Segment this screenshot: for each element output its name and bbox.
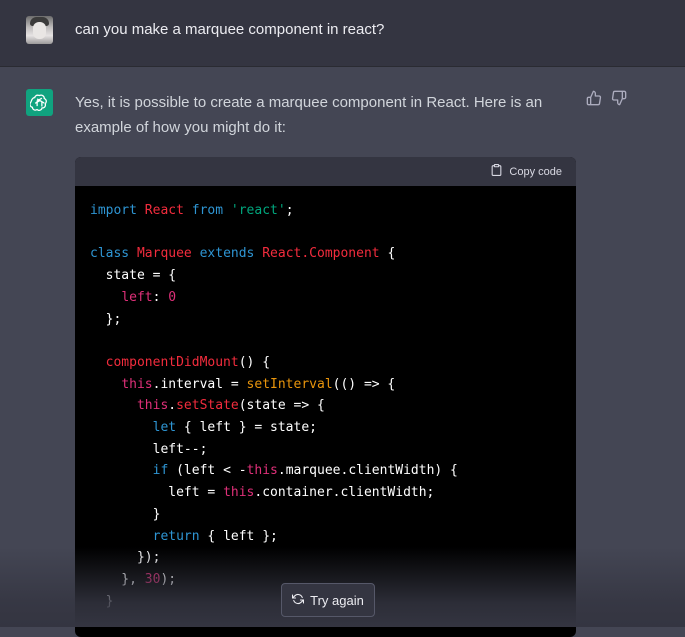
openai-logo-icon	[26, 89, 53, 116]
user-message-text: can you make a marquee component in reac…	[75, 21, 385, 38]
code-block: Copy code import React from 'react'; cla…	[75, 157, 576, 637]
code-block-header: Copy code	[75, 157, 576, 186]
user-avatar	[26, 16, 53, 44]
assistant-message-row: Yes, it is possible to create a marquee …	[0, 67, 685, 637]
refresh-icon	[292, 593, 305, 608]
thumbs-down-icon[interactable]	[611, 90, 627, 106]
clipboard-icon	[490, 163, 503, 180]
user-message-row: can you make a marquee component in reac…	[0, 0, 685, 67]
copy-code-button[interactable]: Copy code	[490, 163, 562, 180]
code-content: import React from 'react'; class Marquee…	[90, 203, 458, 609]
assistant-intro-text: Yes, it is possible to create a marquee …	[75, 94, 543, 136]
copy-code-label: Copy code	[509, 165, 562, 178]
thumbs-up-icon[interactable]	[586, 90, 602, 106]
try-again-label: Try again	[310, 592, 364, 608]
try-again-button[interactable]: Try again	[281, 583, 375, 617]
